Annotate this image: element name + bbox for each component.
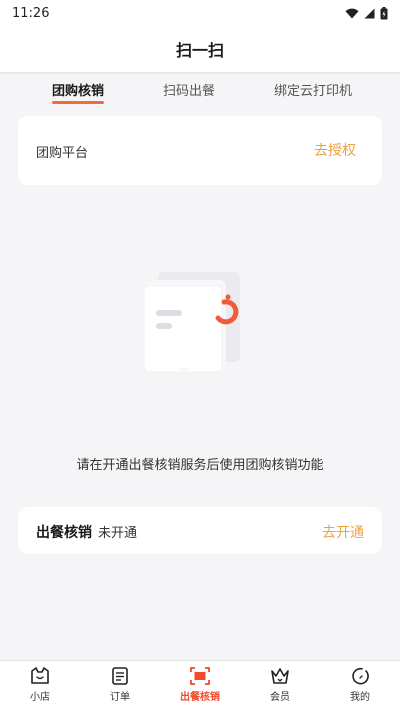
bottom-nav: 小店 订单 出餐核销 会员 我的 <box>0 660 400 712</box>
authorize-button[interactable]: 去授权 <box>314 140 356 160</box>
empty-state-hint: 请在开通出餐核销服务后使用团购核销功能 <box>76 458 324 473</box>
tab-group-purchase-verify[interactable]: 团购核销 <box>52 80 105 104</box>
order-list-icon <box>112 667 128 685</box>
tab-label: 绑定云打印机 <box>274 84 353 99</box>
signal-icon <box>364 8 375 18</box>
header-bar: 扫一扫 <box>0 26 400 72</box>
nav-item-member[interactable]: 会员 <box>250 667 310 703</box>
open-service-button[interactable]: 去开通 <box>322 522 364 542</box>
nav-label: 会员 <box>270 692 290 703</box>
status-icons <box>345 6 388 20</box>
status-bar: 11:26 <box>0 0 400 26</box>
nav-item-serve-verify[interactable]: 出餐核销 <box>170 667 230 703</box>
nav-label: 订单 <box>110 692 130 703</box>
nav-label: 我的 <box>350 692 370 703</box>
tab-bar: 团购核销 扫码出餐 绑定云打印机 <box>0 72 400 108</box>
platform-card: 团购平台 去授权 <box>18 116 382 185</box>
platform-label: 团购平台 <box>36 146 89 161</box>
cat-icon <box>31 667 49 684</box>
battery-icon <box>380 6 388 19</box>
document-loading-illustration <box>140 268 260 378</box>
page-title: 扫一扫 <box>175 41 224 60</box>
nav-label: 出餐核销 <box>180 692 220 703</box>
tab-bind-printer[interactable]: 绑定云打印机 <box>274 80 352 99</box>
nav-item-shop[interactable]: 小店 <box>10 667 70 703</box>
service-status: 未开通 <box>98 526 138 541</box>
tab-label: 扫码出餐 <box>163 84 216 99</box>
wifi-icon <box>345 8 359 18</box>
status-time: 11:26 <box>12 5 50 21</box>
service-card: 出餐核销 未开通 去开通 <box>18 507 382 554</box>
tab-label: 团购核销 <box>52 84 105 99</box>
profile-circle-icon <box>352 667 369 685</box>
service-label: 出餐核销 <box>36 525 92 541</box>
nav-item-mine[interactable]: 我的 <box>330 667 390 703</box>
nav-item-orders[interactable]: 订单 <box>90 667 150 703</box>
nav-label: 小店 <box>30 692 50 703</box>
active-tab-indicator <box>52 101 105 104</box>
crown-icon <box>271 668 289 684</box>
scan-icon <box>190 667 210 685</box>
tab-scan-serve[interactable]: 扫码出餐 <box>163 80 215 99</box>
